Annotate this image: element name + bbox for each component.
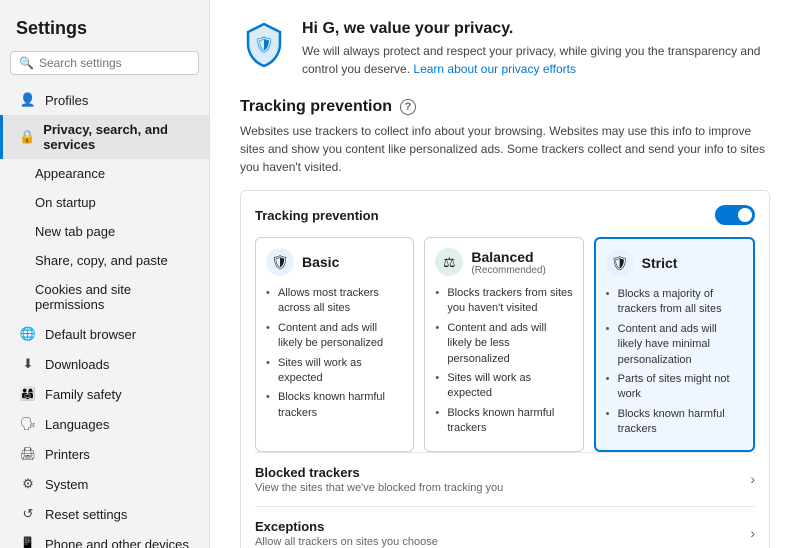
- tracking-toggle[interactable]: [715, 205, 755, 225]
- balanced-points: Blocks trackers from sites you haven't v…: [435, 284, 572, 439]
- svg-text:🛡: 🛡: [254, 36, 274, 54]
- privacy-header: 🛡 Hi G, we value your privacy. We will a…: [240, 20, 770, 78]
- strict-title: Strict: [642, 255, 678, 271]
- languages-icon: 🗣: [19, 416, 37, 432]
- info-icon[interactable]: ?: [400, 99, 416, 115]
- sidebar-item-system[interactable]: ⚙ System: [0, 469, 209, 499]
- default-icon: 🌐: [19, 326, 37, 342]
- profiles-icon: 👤: [19, 92, 37, 108]
- privacy-shield-icon: 🛡: [240, 20, 288, 68]
- strict-point-4: Blocks known harmful trackers: [606, 405, 743, 440]
- search-icon: 🔍: [19, 56, 34, 70]
- tracking-box: Tracking prevention 🛡 Basic Allows most …: [240, 190, 770, 548]
- blocked-chevron: ›: [750, 471, 755, 487]
- privacy-greeting: Hi G, we value your privacy.: [302, 20, 770, 38]
- sidebar-item-startup[interactable]: On startup: [0, 188, 209, 217]
- sidebar-item-privacy[interactable]: 🔒 Privacy, search, and services: [0, 115, 209, 159]
- search-input[interactable]: [39, 56, 190, 70]
- sidebar-item-newtab[interactable]: New tab page: [0, 217, 209, 246]
- basic-point-1: Allows most trackers across all sites: [266, 284, 403, 319]
- sidebar-item-phone[interactable]: 📱 Phone and other devices: [0, 529, 209, 548]
- sidebar-item-profiles[interactable]: 👤 Profiles: [0, 85, 209, 115]
- balanced-point-3: Sites will work as expected: [435, 369, 572, 404]
- exceptions-title: Exceptions: [255, 519, 438, 534]
- exceptions-chevron: ›: [750, 525, 755, 541]
- sidebar-item-languages[interactable]: 🗣 Languages: [0, 409, 209, 439]
- sidebar: Settings 🔍 👤 Profiles 🔒 Privacy, search,…: [0, 0, 210, 548]
- card-strict-header: 🛡 Strict: [606, 249, 743, 277]
- family-icon: 👨‍👩‍👧: [19, 386, 37, 402]
- strict-point-3: Parts of sites might not work: [606, 370, 743, 405]
- basic-points: Allows most trackers across all sites Co…: [266, 284, 403, 423]
- tracking-box-header: Tracking prevention: [255, 205, 755, 225]
- main-content: 🛡 Hi G, we value your privacy. We will a…: [210, 0, 800, 548]
- printers-icon: 🖨: [19, 446, 37, 462]
- card-basic-header: 🛡 Basic: [266, 248, 403, 276]
- tracking-section-heading: Tracking prevention ?: [240, 98, 770, 116]
- tracking-section-desc: Websites use trackers to collect info ab…: [240, 122, 770, 176]
- balanced-point-2: Content and ads will likely be less pers…: [435, 319, 572, 369]
- sidebar-item-share[interactable]: Share, copy, and paste: [0, 246, 209, 275]
- privacy-icon: 🔒: [19, 129, 35, 145]
- basic-point-3: Sites will work as expected: [266, 354, 403, 389]
- sidebar-item-family[interactable]: 👨‍👩‍👧 Family safety: [0, 379, 209, 409]
- sidebar-item-reset[interactable]: ↺ Reset settings: [0, 499, 209, 529]
- sidebar-item-downloads[interactable]: ⬇ Downloads: [0, 349, 209, 379]
- downloads-icon: ⬇: [19, 356, 37, 372]
- balanced-point-1: Blocks trackers from sites you haven't v…: [435, 284, 572, 319]
- balanced-point-4: Blocks known harmful trackers: [435, 404, 572, 439]
- cards-row: 🛡 Basic Allows most trackers across all …: [255, 237, 755, 452]
- strict-icon: 🛡: [606, 249, 634, 277]
- reset-icon: ↺: [19, 506, 37, 522]
- tracking-box-title: Tracking prevention: [255, 208, 379, 223]
- basic-point-2: Content and ads will likely be personali…: [266, 319, 403, 354]
- privacy-link[interactable]: Learn about our privacy efforts: [413, 62, 576, 76]
- sidebar-item-default[interactable]: 🌐 Default browser: [0, 319, 209, 349]
- blocked-desc: View the sites that we've blocked from t…: [255, 482, 503, 494]
- balanced-icon: ⚖: [435, 248, 463, 276]
- privacy-description: We will always protect and respect your …: [302, 42, 770, 78]
- card-balanced-header: ⚖ Balanced (Recommended): [435, 248, 572, 276]
- sidebar-title: Settings: [0, 10, 209, 51]
- basic-icon: 🛡: [266, 248, 294, 276]
- blocked-title: Blocked trackers: [255, 465, 503, 480]
- exceptions-desc: Allow all trackers on sites you choose: [255, 536, 438, 548]
- privacy-header-text: Hi G, we value your privacy. We will alw…: [302, 20, 770, 78]
- exceptions-row[interactable]: Exceptions Allow all trackers on sites y…: [255, 506, 755, 548]
- card-basic[interactable]: 🛡 Basic Allows most trackers across all …: [255, 237, 414, 452]
- balanced-rec: (Recommended): [471, 265, 545, 276]
- blocked-trackers-row[interactable]: Blocked trackers View the sites that we'…: [255, 452, 755, 506]
- sidebar-item-appearance[interactable]: Appearance: [0, 159, 209, 188]
- strict-points: Blocks a majority of trackers from all s…: [606, 285, 743, 440]
- search-box[interactable]: 🔍: [10, 51, 199, 75]
- basic-point-4: Blocks known harmful trackers: [266, 388, 403, 423]
- strict-point-2: Content and ads will likely have minimal…: [606, 320, 743, 370]
- card-balanced[interactable]: ⚖ Balanced (Recommended) Blocks trackers…: [424, 237, 583, 452]
- sidebar-item-cookies[interactable]: Cookies and site permissions: [0, 275, 209, 319]
- phone-icon: 📱: [19, 536, 37, 548]
- basic-title: Basic: [302, 254, 339, 270]
- card-strict[interactable]: 🛡 Strict Blocks a majority of trackers f…: [594, 237, 755, 452]
- sidebar-item-printers[interactable]: 🖨 Printers: [0, 439, 209, 469]
- tracking-title: Tracking prevention: [240, 98, 392, 116]
- system-icon: ⚙: [19, 476, 37, 492]
- balanced-title: Balanced: [471, 249, 545, 265]
- strict-point-1: Blocks a majority of trackers from all s…: [606, 285, 743, 320]
